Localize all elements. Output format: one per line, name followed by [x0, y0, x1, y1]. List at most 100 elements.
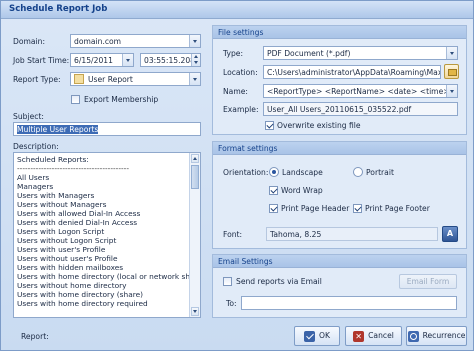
- chevron-down-icon[interactable]: [122, 54, 133, 66]
- start-time-stepper[interactable]: 03:55:15.2089: [140, 53, 201, 67]
- word-wrap-label: Word Wrap: [281, 186, 323, 195]
- file-settings-title: File settings: [218, 28, 264, 37]
- export-membership-checkbox[interactable]: [71, 95, 80, 104]
- description-line: Users with allowed Dial-In Access: [17, 209, 141, 218]
- file-name-dropdown[interactable]: <ReportType> <ReportName> <date> <time>: [263, 84, 458, 98]
- domain-label: Domain:: [13, 37, 46, 46]
- job-start-time-label: Job Start Time:: [13, 56, 70, 65]
- folder-browse-icon[interactable]: [444, 64, 459, 79]
- file-type-value: PDF Document (*.pdf): [267, 49, 351, 58]
- title-bar: Schedule Report Job: [1, 1, 473, 19]
- recurrence-label: Recurrence: [422, 331, 466, 340]
- file-settings-header: File settings: [213, 26, 466, 39]
- location-value: C:\Users\administrator\AppData\Roaming\M…: [267, 68, 440, 77]
- description-label: Description:: [13, 142, 59, 151]
- print-footer-checkbox[interactable]: [353, 204, 362, 213]
- scroll-down-icon[interactable]: [191, 307, 199, 316]
- print-header-label: Print Page Header: [281, 204, 350, 213]
- report-type-dropdown[interactable]: User Report: [70, 72, 201, 86]
- description-line: Users with Managers: [17, 191, 95, 200]
- recurrence-button[interactable]: Recurrence: [406, 326, 467, 346]
- cancel-label: Cancel: [368, 331, 394, 340]
- subject-value: Multiple User Reports: [17, 125, 99, 134]
- export-membership-label: Export Membership: [84, 95, 159, 104]
- subject-label: Subject:: [13, 112, 44, 121]
- spinner-icon[interactable]: [191, 54, 200, 66]
- report-footer-label: Report:: [21, 332, 49, 341]
- file-name-value: <ReportType> <ReportName> <date> <time>: [267, 87, 450, 96]
- scroll-thumb[interactable]: [191, 165, 199, 189]
- cancel-button[interactable]: ✕ Cancel: [345, 326, 402, 346]
- description-line: Managers: [17, 182, 54, 191]
- portrait-radio[interactable]: [353, 167, 363, 177]
- landscape-radio[interactable]: [269, 167, 279, 177]
- file-settings-panel: File settings Type: PDF Document (*.pdf)…: [212, 25, 467, 135]
- description-line: All Users: [17, 173, 50, 182]
- location-label: Location:: [223, 68, 258, 77]
- description-line: Users with hidden mailboxes: [17, 263, 124, 272]
- overwrite-checkbox[interactable]: [265, 121, 274, 130]
- send-email-label: Send reports via Email: [236, 277, 322, 286]
- start-date-value: 6/15/2011: [74, 56, 113, 65]
- overwrite-label: Overwrite existing file: [277, 121, 361, 130]
- description-line: ----------------------------------------…: [17, 164, 130, 173]
- report-type-value: User Report: [88, 75, 133, 84]
- example-field: User_All Users_20110615_035522.pdf: [263, 102, 458, 116]
- chevron-down-icon[interactable]: [446, 47, 457, 59]
- schedule-report-window: Schedule Report Job Domain: domain.com J…: [0, 0, 474, 351]
- domain-dropdown[interactable]: domain.com: [70, 34, 201, 48]
- description-line: Users with Logon Script: [17, 227, 105, 236]
- description-line: Users with home directory (local or netw…: [17, 272, 201, 281]
- example-label: Example:: [223, 105, 259, 114]
- chevron-down-icon[interactable]: [446, 85, 457, 97]
- scroll-up-icon[interactable]: [191, 154, 199, 163]
- example-value: User_All Users_20110615_035522.pdf: [267, 105, 412, 114]
- font-picker-icon[interactable]: A: [442, 226, 458, 242]
- email-settings-panel: Email Settings Send reports via Email Em…: [212, 254, 467, 318]
- description-line: Users without Managers: [17, 200, 107, 209]
- description-textarea[interactable]: Scheduled Reports: ---------------------…: [13, 152, 201, 318]
- print-header-checkbox[interactable]: [269, 204, 278, 213]
- landscape-label: Landscape: [282, 168, 323, 177]
- subject-input[interactable]: Multiple User Reports: [13, 122, 201, 136]
- email-form-button[interactable]: Email Form: [399, 274, 457, 289]
- email-settings-header: Email Settings: [213, 255, 466, 268]
- description-scrollbar[interactable]: [189, 153, 200, 317]
- font-value: Tahoma, 8.25: [270, 230, 322, 239]
- description-line: Users without user's Profile: [17, 254, 118, 263]
- location-input[interactable]: C:\Users\administrator\AppData\Roaming\M…: [263, 65, 441, 79]
- chevron-down-icon[interactable]: [189, 35, 200, 47]
- report-icon: [74, 74, 84, 84]
- name-label: Name:: [223, 87, 248, 96]
- description-line: Users with home directory required: [17, 299, 148, 308]
- checkmark-icon: [304, 330, 316, 342]
- file-type-dropdown[interactable]: PDF Document (*.pdf): [263, 46, 458, 60]
- portrait-label: Portrait: [366, 168, 394, 177]
- to-label: To:: [226, 299, 237, 308]
- email-settings-title: Email Settings: [218, 257, 273, 266]
- format-settings-title: Format settings: [218, 144, 278, 153]
- window-title: Schedule Report Job: [9, 4, 108, 14]
- format-settings-panel: Format settings Orientation: Landscape P…: [212, 141, 467, 249]
- description-line: Users without Logon Script: [17, 236, 117, 245]
- description-line: Users with home directory (share): [17, 290, 144, 299]
- start-date-picker[interactable]: 6/15/2011: [70, 53, 134, 67]
- report-type-label: Report Type:: [13, 75, 61, 84]
- send-email-checkbox[interactable]: [223, 277, 232, 286]
- print-footer-label: Print Page Footer: [365, 204, 430, 213]
- ok-label: OK: [319, 331, 330, 340]
- word-wrap-checkbox[interactable]: [269, 186, 278, 195]
- description-line: Users with user's Profile: [17, 245, 106, 254]
- ok-button[interactable]: OK: [294, 326, 340, 346]
- to-input[interactable]: [241, 296, 457, 310]
- description-line: Scheduled Reports:: [17, 155, 89, 164]
- description-line: Users with denied Dial-In Access: [17, 218, 138, 227]
- font-field: Tahoma, 8.25: [266, 227, 438, 241]
- font-label: Font:: [223, 230, 243, 239]
- orientation-label: Orientation:: [223, 168, 269, 177]
- close-icon: ✕: [353, 330, 365, 342]
- recurrence-icon: [407, 330, 419, 342]
- description-line: Users without home directory: [17, 281, 127, 290]
- chevron-down-icon[interactable]: [189, 73, 200, 85]
- type-label: Type:: [223, 49, 243, 58]
